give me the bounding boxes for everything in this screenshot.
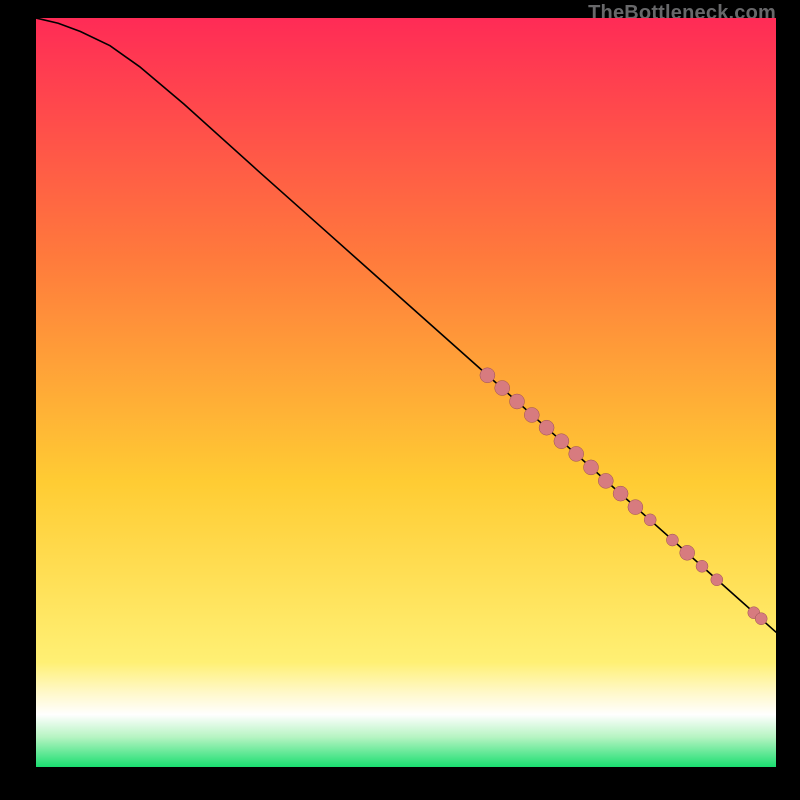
data-marker [539,420,554,435]
data-marker [584,460,599,475]
data-marker [495,381,510,396]
heat-gradient-background [36,18,776,767]
data-marker [510,394,525,409]
data-marker [598,473,613,488]
chart-stage: TheBottleneck.com [0,0,800,800]
bottleneck-chart [36,18,776,767]
data-marker [755,613,767,625]
data-marker [711,574,723,586]
data-marker [644,514,656,526]
data-marker [680,545,695,560]
data-marker [696,560,708,572]
data-marker [480,368,495,383]
data-marker [628,500,643,515]
data-marker [666,534,678,546]
data-marker [613,486,628,501]
data-marker [554,434,569,449]
data-marker [569,446,584,461]
data-marker [524,407,539,422]
